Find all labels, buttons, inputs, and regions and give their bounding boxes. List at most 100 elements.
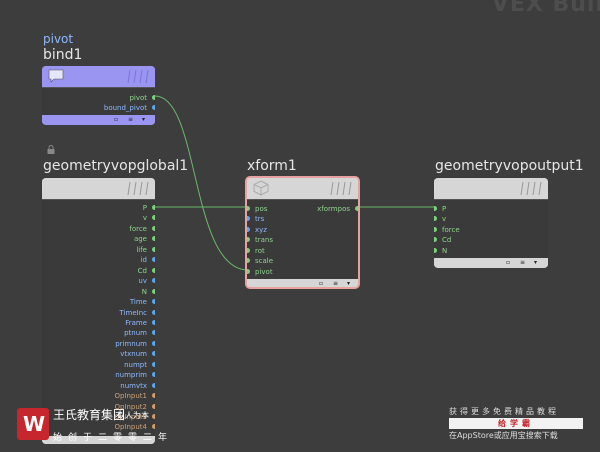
port-connector[interactable] [247,258,250,264]
port-label: numpt [124,360,147,369]
input-port[interactable]: scale [247,256,273,266]
output-node-header[interactable] [434,178,548,200]
input-port[interactable]: Cd [434,235,451,245]
port-connector[interactable] [152,361,155,367]
port-connector[interactable] [152,205,155,210]
port-connector[interactable] [152,372,155,378]
output-port[interactable]: v [143,213,155,223]
output-port[interactable]: N [142,287,155,297]
footer-expand-icon[interactable]: ▾ [347,280,350,287]
node-flags-icon[interactable] [125,69,149,84]
input-port[interactable]: trans [247,235,273,245]
port-connector[interactable] [434,226,437,232]
output-port[interactable]: ptnum [124,328,155,338]
input-port[interactable]: rot [247,246,265,256]
footer-menu-icon[interactable]: ≡ [520,259,525,266]
input-port[interactable]: P [434,204,446,214]
node-flags-icon[interactable] [328,181,352,196]
input-port[interactable]: xyz [247,225,267,235]
port-connector[interactable] [152,351,155,357]
port-connector[interactable] [152,340,155,346]
port-connector[interactable] [152,105,155,110]
output-port[interactable]: force [129,224,155,234]
input-port[interactable]: trs [247,214,264,224]
port-connector[interactable] [434,216,437,222]
global-node-header[interactable] [42,178,155,200]
output-port[interactable]: Time [130,297,155,307]
port-label: scale [255,257,274,266]
port-label: vtxnum [120,350,147,359]
port-connector[interactable] [152,95,155,100]
port-connector[interactable] [152,382,155,388]
xform-node-header[interactable] [247,178,358,200]
output-port[interactable]: numpt [124,360,155,370]
port-connector[interactable] [434,247,437,253]
port-connector[interactable] [152,403,155,409]
port-connector[interactable] [152,246,155,252]
port-label: OpInput1 [114,392,147,401]
port-connector[interactable] [152,257,155,263]
port-connector[interactable] [152,309,155,315]
port-connector[interactable] [434,237,437,243]
node-flags-icon[interactable] [518,181,542,196]
port-connector[interactable] [152,414,155,419]
footer-menu-icon[interactable]: ≡ [333,280,338,287]
port-connector[interactable] [247,247,250,253]
footer-expand-icon[interactable]: ▾ [142,116,145,123]
port-connector[interactable] [152,236,155,242]
footer-collapse-icon[interactable]: ▫ [114,116,118,123]
output-port[interactable]: numvtx [120,381,155,391]
footer-collapse-icon[interactable]: ▫ [506,259,510,266]
bind1-node-header[interactable] [42,66,155,88]
bind1-node[interactable]: pivot bound_pivot ▫ ≡ ▾ [42,66,155,125]
input-port[interactable]: force [434,225,460,235]
port-connector[interactable] [152,225,155,231]
input-port[interactable]: N [434,246,447,256]
output-port[interactable]: TimeInc [120,308,155,318]
output-port[interactable]: age [134,234,155,244]
port-connector[interactable] [152,424,155,430]
port-label: xformpos [317,205,350,213]
company-name: 王氏教育集团 [53,408,126,422]
footer-collapse-icon[interactable]: ▫ [319,280,323,287]
xform-node[interactable]: xformpos pos trs xyz trans rot scale pivot ▫ ≡… [245,176,360,289]
port-connector[interactable] [152,267,155,273]
output-port[interactable]: life [136,245,155,255]
output-port[interactable]: OpInput1 [114,391,155,401]
output-port[interactable]: xformpos [317,204,358,214]
port-connector[interactable] [247,216,250,222]
output-port[interactable]: Frame [125,318,155,328]
port-connector[interactable] [247,226,250,232]
footer-menu-icon[interactable]: ≡ [128,116,133,123]
port-connector[interactable] [152,215,155,221]
output-port[interactable]: id [141,255,155,265]
port-connector[interactable] [247,268,250,274]
port-connector[interactable] [152,278,155,284]
input-port[interactable]: v [434,214,446,224]
lock-icon[interactable] [47,145,55,154]
footer-expand-icon[interactable]: ▾ [534,259,537,266]
input-port[interactable]: pos [247,204,267,214]
input-port[interactable]: pivot [247,267,273,277]
output-port[interactable]: uv [138,276,155,286]
port-connector[interactable] [152,393,155,399]
port-connector[interactable] [247,206,250,211]
geometryvopglobal-node[interactable]: Pv force age life id Cd uv N Time TimeInc Frame ptn… [42,178,155,444]
output-port[interactable]: primnum [115,339,155,349]
port-connector[interactable] [152,319,155,325]
port-connector[interactable] [355,206,358,211]
port-connector[interactable] [152,330,155,336]
output-port[interactable]: vtxnum [120,349,155,359]
output-port[interactable]: pivot [129,93,155,103]
node-flags-icon[interactable] [125,181,149,196]
geometryvopoutput-node[interactable]: Pv force Cd N ▫ ≡ ▾ [434,178,548,268]
port-connector[interactable] [434,206,437,211]
port-connector[interactable] [152,299,155,305]
wang-education-logo: W [17,408,49,440]
output-port[interactable]: numprim [115,370,155,380]
port-connector[interactable] [152,288,155,294]
port-connector[interactable] [247,237,250,243]
output-port[interactable]: Cd [138,266,155,276]
output-port[interactable]: bound_pivot [104,103,155,113]
output-port[interactable]: P [143,203,155,213]
